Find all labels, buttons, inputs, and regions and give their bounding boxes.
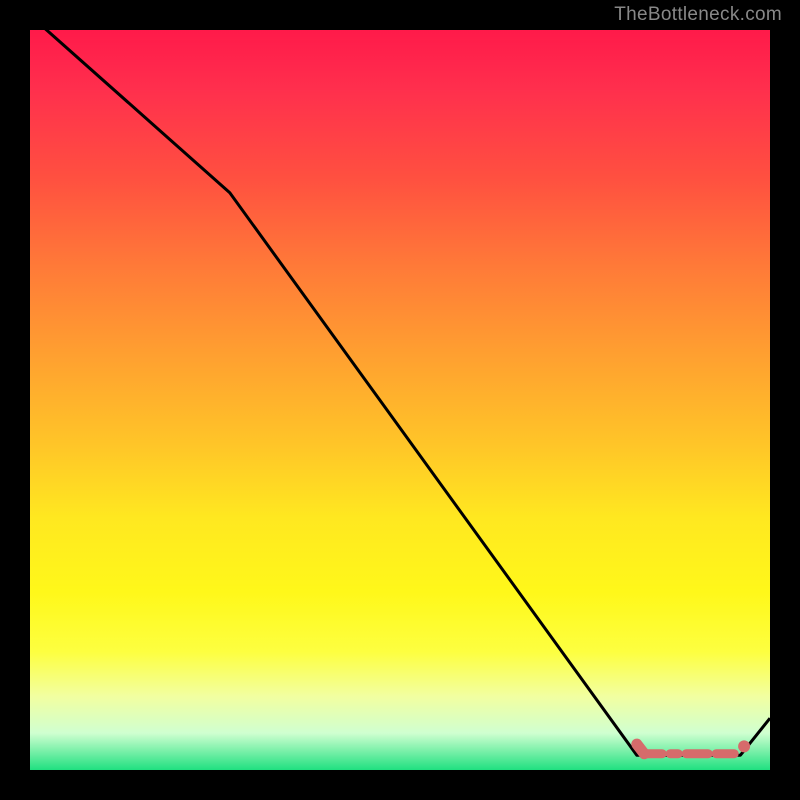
optimal-end-dot bbox=[738, 740, 750, 752]
chart-lines-layer bbox=[30, 30, 770, 770]
bottleneck-curve-line bbox=[30, 15, 770, 755]
watermark-text: TheBottleneck.com bbox=[614, 4, 782, 26]
